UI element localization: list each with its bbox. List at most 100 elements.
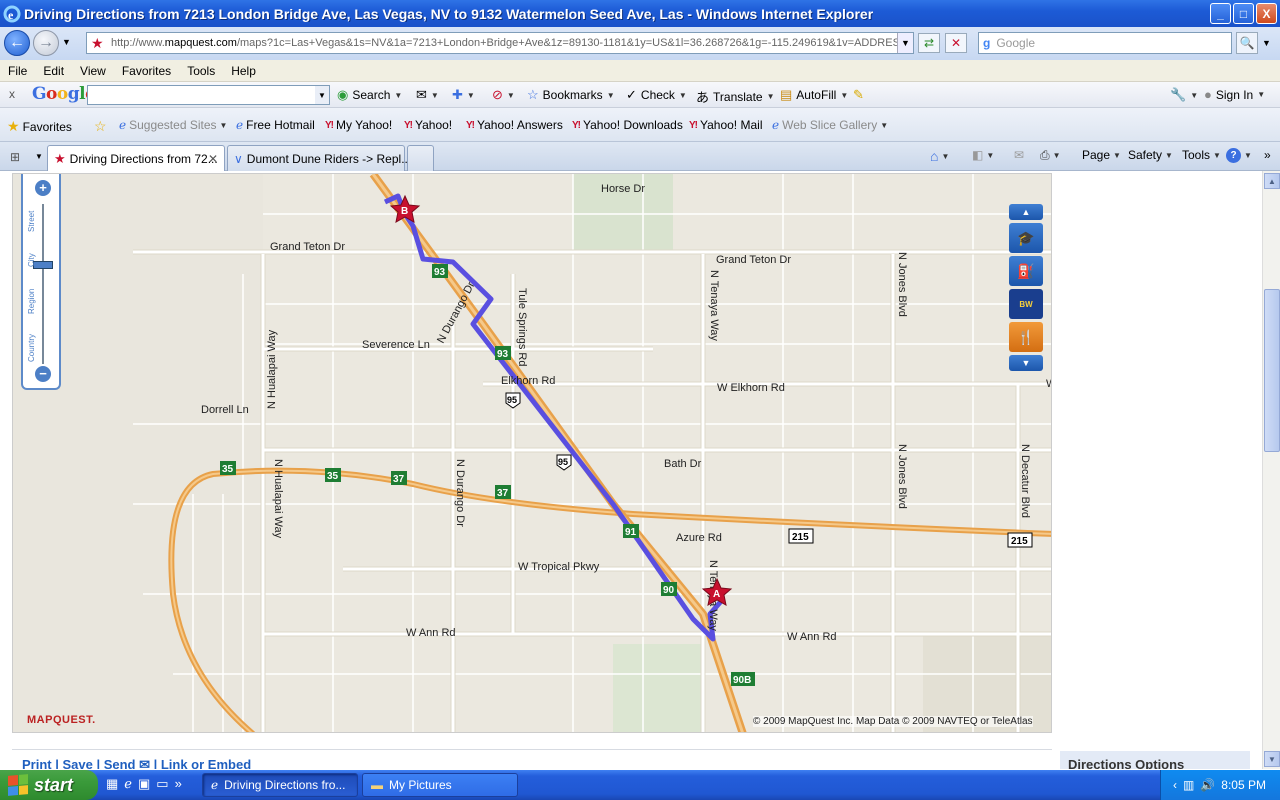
toolbar-plus-button[interactable]: ✚ ▼ xyxy=(452,87,475,103)
fav-yahoo-mail[interactable]: Y! Yahoo! Mail xyxy=(689,118,762,132)
internet-explorer-icon[interactable]: ℯ xyxy=(124,776,132,792)
best-western-logo-icon: BW xyxy=(1019,299,1033,309)
poi-scroll-down-button[interactable]: ▼ xyxy=(1009,355,1043,371)
tab-dumont-dune-riders[interactable]: ∨ Dumont Dune Riders -> Repl... xyxy=(227,145,411,171)
toolbar-settings-button[interactable]: 🔧 ▼ xyxy=(1170,87,1198,103)
search-options-dropdown-icon[interactable]: ▼ xyxy=(1262,38,1271,48)
menu-favorites[interactable]: Favorites xyxy=(114,64,179,78)
sign-in-button[interactable]: ● Sign In ▼ xyxy=(1204,87,1265,102)
stop-button[interactable]: ✕ xyxy=(945,33,967,53)
fav-yahoo-downloads[interactable]: Y! Yahoo! Downloads xyxy=(572,118,683,132)
fav-yahoo-answers[interactable]: Y! Yahoo! Answers xyxy=(466,118,563,132)
toolbar-translate-button[interactable]: あ Translate ▼ xyxy=(696,87,775,106)
fav-free-hotmail[interactable]: ℯ Free Hotmail xyxy=(236,118,315,132)
safety-menu[interactable]: Safety ▼ xyxy=(1128,148,1173,162)
minimize-button[interactable]: _ xyxy=(1210,3,1231,24)
toolbar-bookmarks-button[interactable]: ☆ Bookmarks ▼ xyxy=(527,87,615,103)
search-button[interactable]: 🔍 xyxy=(1236,32,1258,54)
address-field[interactable]: ★ http://www.mapquest.com/maps?1c=Las+Ve… xyxy=(86,32,914,54)
desktop-icon[interactable]: ▭ xyxy=(156,776,168,792)
menu-help[interactable]: Help xyxy=(223,64,264,78)
address-toolbar: ← → ▼ ★ http://www.mapquest.com/maps?1c=… xyxy=(0,27,1280,60)
start-button[interactable]: start xyxy=(0,770,98,800)
tab-driving-directions[interactable]: ★ Driving Directions from 72... ✕ xyxy=(47,145,225,171)
tab-list-dropdown-icon[interactable]: ▼ xyxy=(35,152,43,161)
menu-view[interactable]: View xyxy=(72,64,114,78)
toolbar-share-button[interactable]: ✉ ▼ xyxy=(416,87,439,103)
page-action-links[interactable]: Print | Save | Send ✉ | Link or Embed xyxy=(22,757,251,769)
menu-edit[interactable]: Edit xyxy=(35,64,72,78)
volume-icon[interactable]: 🔊 xyxy=(1200,778,1215,792)
media-icon[interactable]: ▣ xyxy=(138,776,150,792)
favorites-button[interactable]: ★ Favorites xyxy=(7,118,72,135)
tools-menu[interactable]: Tools ▼ xyxy=(1182,148,1221,162)
poi-best-western-button[interactable]: BW xyxy=(1009,289,1043,319)
history-dropdown-icon[interactable]: ▼ xyxy=(62,37,71,47)
sr-215-shield-a: 215 xyxy=(788,528,814,544)
help-icon: ? xyxy=(1226,148,1241,163)
fav-my-yahoo[interactable]: Y! My Yahoo! xyxy=(325,118,392,132)
fav-web-slice-gallery[interactable]: ℯ Web Slice Gallery ▼ xyxy=(772,118,888,132)
new-tab-button[interactable] xyxy=(407,145,434,171)
poi-scroll-up-button[interactable]: ▲ xyxy=(1009,204,1043,220)
google-dropdown-icon[interactable]: ▼ xyxy=(315,86,329,104)
zoom-track[interactable] xyxy=(42,204,44,364)
refresh-button[interactable]: ⇄ xyxy=(918,33,940,53)
taskbar-my-pictures-window[interactable]: ▬ My Pictures xyxy=(362,773,518,797)
zoom-knob[interactable] xyxy=(33,261,53,269)
poi-gas-button[interactable]: ⛽ xyxy=(1009,256,1043,286)
toolbar-check-button[interactable]: ✓ Check ▼ xyxy=(626,87,687,103)
address-dropdown-icon[interactable]: ▼ xyxy=(897,33,913,53)
print-button[interactable]: ⎙ ▼ xyxy=(1040,148,1061,163)
scroll-up-button[interactable]: ▲ xyxy=(1264,173,1280,189)
poi-schools-button[interactable]: 🎓 xyxy=(1009,223,1043,253)
toolbar-autofill-button[interactable]: ▤ AutoFill ▼ xyxy=(780,87,848,103)
toolbar-highlight-button[interactable]: ✎ xyxy=(853,87,864,103)
street-durango-s: N Durango Dr xyxy=(454,459,466,527)
help-button[interactable]: ? ▼ xyxy=(1226,148,1252,163)
forward-button[interactable]: → xyxy=(33,30,59,56)
map-copyright: © 2009 MapQuest Inc. Map Data © 2009 NAV… xyxy=(753,716,1033,727)
vertical-scrollbar[interactable]: ▲ ▼ xyxy=(1262,171,1280,769)
quick-tabs-icon[interactable]: ⊞ xyxy=(10,150,20,164)
zoom-out-button[interactable]: − xyxy=(35,366,51,382)
scroll-thumb[interactable] xyxy=(1264,289,1280,452)
feeds-button[interactable]: ◧ ▼ xyxy=(972,148,994,162)
poi-restaurants-button[interactable]: 🍴 xyxy=(1009,322,1043,352)
zoom-slider[interactable]: + Street City Region Country − xyxy=(21,174,61,390)
close-toolbar-icon[interactable]: x xyxy=(9,87,15,101)
menu-file[interactable]: File xyxy=(0,64,35,78)
close-tab-icon[interactable]: ✕ xyxy=(208,152,218,166)
map-view[interactable]: Horse Dr Grand Teton Dr Grand Teton Dr S… xyxy=(12,173,1052,733)
scroll-down-button[interactable]: ▼ xyxy=(1264,751,1280,767)
back-arrow-icon: ← xyxy=(9,34,25,51)
search-field[interactable]: g Google xyxy=(978,32,1232,54)
network-icon[interactable]: ▥ xyxy=(1183,778,1194,792)
directions-options-heading[interactable]: Directions Options xyxy=(1060,751,1250,769)
calculator-icon[interactable]: ▦ xyxy=(106,776,118,792)
back-button[interactable]: ← xyxy=(4,30,30,56)
more-quicklaunch-icon[interactable]: » xyxy=(175,776,182,792)
zoom-label-country: Country xyxy=(27,333,36,362)
taskbar-ie-window[interactable]: ℯ Driving Directions fro... xyxy=(202,773,358,797)
toolbar-popup-button[interactable]: ⊘ ▼ xyxy=(492,87,515,103)
page-menu[interactable]: Page ▼ xyxy=(1082,148,1121,162)
add-to-favorites-button[interactable]: ☆ xyxy=(94,118,107,135)
home-button[interactable]: ⌂ ▼ xyxy=(930,148,949,164)
svg-text:90B: 90B xyxy=(733,675,751,686)
close-window-button[interactable]: X xyxy=(1256,3,1277,24)
google-search-input[interactable]: ▼ xyxy=(87,85,330,105)
clock[interactable]: 8:05 PM xyxy=(1221,778,1266,792)
window-title-bar[interactable]: e Driving Directions from 7213 London Br… xyxy=(0,0,1280,27)
maximize-button[interactable]: □ xyxy=(1233,3,1254,24)
street-w-ann-rd-e: W Ann Rd xyxy=(787,631,837,643)
toolbar-search-button[interactable]: ◉ Search ▼ xyxy=(337,87,402,103)
more-commands-icon[interactable]: » xyxy=(1264,148,1271,162)
fav-suggested-sites[interactable]: ℯ Suggested Sites ▼ xyxy=(119,118,227,132)
map-canvas[interactable]: Horse Dr Grand Teton Dr Grand Teton Dr S… xyxy=(13,174,1052,733)
fav-yahoo[interactable]: Y! Yahoo! xyxy=(404,118,452,132)
read-mail-button[interactable]: ✉ xyxy=(1014,148,1024,162)
menu-tools[interactable]: Tools xyxy=(179,64,223,78)
zoom-in-button[interactable]: + xyxy=(35,180,51,196)
tray-expand-icon[interactable]: ‹ xyxy=(1173,778,1177,792)
